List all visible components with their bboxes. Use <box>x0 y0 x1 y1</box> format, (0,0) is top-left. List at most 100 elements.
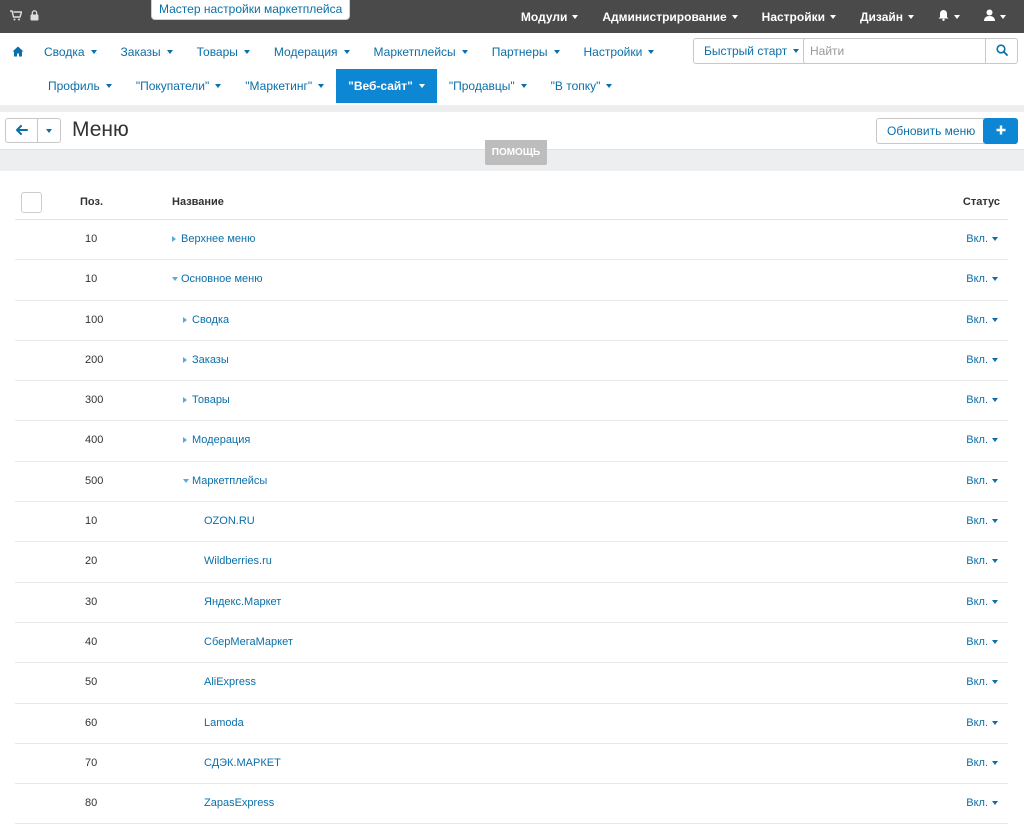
status-label: Вкл. <box>966 394 988 407</box>
menu-item-link[interactable]: Модерация <box>192 434 250 446</box>
update-menu-button[interactable]: Обновить меню <box>876 118 987 144</box>
status-dropdown[interactable]: Вкл. <box>966 394 998 406</box>
nav-profile[interactable]: Профиль <box>36 69 124 103</box>
column-header-name[interactable]: Название <box>172 196 224 208</box>
menu-item-link[interactable]: СберМегаМаркет <box>204 636 293 648</box>
table-row[interactable]: 200 Заказы Вкл. <box>15 341 1008 382</box>
menu-item-link[interactable]: ZapasExpress <box>204 797 274 809</box>
menu-item-link[interactable]: Lamoda <box>204 717 244 729</box>
table-row[interactable]: 20 Wildberries.ru Вкл. <box>15 542 1008 583</box>
caret-down-icon <box>954 14 960 19</box>
status-dropdown[interactable]: Вкл. <box>966 354 998 366</box>
table-row[interactable]: 400 Модерация Вкл. <box>15 421 1008 462</box>
nav-website[interactable]: "Веб-сайт" <box>336 69 437 103</box>
table-row[interactable]: 80 ZapasExpress Вкл. <box>15 784 1008 825</box>
expand-toggle-down-icon[interactable] <box>172 277 181 282</box>
caret-down-icon <box>343 50 350 54</box>
status-dropdown[interactable]: Вкл. <box>966 314 998 326</box>
column-header-position[interactable]: Поз. <box>80 196 103 208</box>
status-dropdown[interactable]: Вкл. <box>966 717 998 729</box>
expand-toggle-right-icon[interactable] <box>183 316 192 323</box>
status-dropdown[interactable]: Вкл. <box>966 757 998 769</box>
menu-item-link[interactable]: AliExpress <box>204 676 256 688</box>
nav-dashboard[interactable]: Сводка <box>32 35 109 69</box>
lock-icon[interactable] <box>30 10 39 24</box>
menu-item-link[interactable]: Маркетплейсы <box>192 475 267 487</box>
expand-toggle-right-icon[interactable] <box>183 437 192 444</box>
back-button[interactable] <box>5 118 38 143</box>
table-row[interactable]: 60 Lamoda Вкл. <box>15 704 1008 744</box>
table-row[interactable]: 70 СДЭК.МАРКЕТ Вкл. <box>15 744 1008 785</box>
status-dropdown[interactable]: Вкл. <box>966 636 998 648</box>
nav-customers[interactable]: "Покупатели" <box>124 69 233 103</box>
topbar-administration-menu[interactable]: Администрирование <box>590 10 749 24</box>
menu-item-link[interactable]: Верхнее меню <box>181 233 255 245</box>
status-dropdown[interactable]: Вкл. <box>966 515 998 527</box>
status-dropdown[interactable]: Вкл. <box>966 797 998 809</box>
status-dropdown[interactable]: Вкл. <box>966 233 998 245</box>
menu-item-link[interactable]: OZON.RU <box>204 515 255 527</box>
notifications-menu[interactable] <box>926 9 972 24</box>
row-position: 70 <box>85 756 98 769</box>
menu-item-link[interactable]: Товары <box>192 394 230 406</box>
status-dropdown[interactable]: Вкл. <box>966 273 998 285</box>
row-position: 200 <box>85 353 104 366</box>
storefront-cart-icon[interactable] <box>10 10 23 24</box>
caret-down-icon <box>572 14 579 19</box>
menu-item-link[interactable]: Сводка <box>192 314 229 326</box>
topbar-modules-menu[interactable]: Модули <box>509 10 590 24</box>
nav-products[interactable]: Товары <box>185 35 262 69</box>
status-dropdown[interactable]: Вкл. <box>966 596 998 608</box>
expand-toggle-right-icon[interactable] <box>183 356 192 363</box>
menu-item-link[interactable]: Заказы <box>192 354 229 366</box>
status-label: Вкл. <box>966 515 988 528</box>
search-box <box>803 38 1018 64</box>
help-tab[interactable]: ПОМОЩЬ <box>485 140 547 165</box>
status-dropdown[interactable]: Вкл. <box>966 434 998 446</box>
menu-item-link[interactable]: Яндекс.Маркет <box>204 596 281 608</box>
main-nav-row-1: Сводка Заказы Товары Модерация Маркетпле… <box>4 35 666 69</box>
table-row[interactable]: 10 Основное меню Вкл. <box>15 260 1008 301</box>
home-icon[interactable] <box>4 45 32 60</box>
user-menu[interactable] <box>972 9 1024 24</box>
menu-item-link[interactable]: Wildberries.ru <box>204 555 272 567</box>
search-input[interactable] <box>803 38 986 64</box>
table-row[interactable]: 10 Верхнее меню Вкл. <box>15 220 1008 261</box>
expand-toggle-right-icon[interactable] <box>183 397 192 404</box>
nav-settings[interactable]: Настройки <box>572 35 667 69</box>
expand-toggle-right-icon[interactable] <box>172 236 181 242</box>
nav-marketing[interactable]: "Маркетинг" <box>233 69 336 103</box>
status-dropdown[interactable]: Вкл. <box>966 555 998 567</box>
search-button[interactable] <box>986 38 1018 64</box>
table-row[interactable]: 10 OZON.RU Вкл. <box>15 502 1008 543</box>
marketplace-wizard-button[interactable]: Мастер настройки маркетплейса <box>151 0 351 20</box>
table-row[interactable]: 40 СберМегаМаркет Вкл. <box>15 623 1008 664</box>
nav-vendors[interactable]: "Продавцы" <box>437 69 539 103</box>
caret-down-icon <box>992 398 998 403</box>
nav-to-furnace[interactable]: "В топку" <box>539 69 625 103</box>
table-row[interactable]: 50 AliExpress Вкл. <box>15 663 1008 704</box>
back-history-dropdown[interactable] <box>38 118 61 143</box>
topbar-settings-menu[interactable]: Настройки <box>750 10 848 24</box>
nav-moderation[interactable]: Модерация <box>262 35 362 69</box>
triangle-right-icon <box>172 236 176 242</box>
caret-down-icon <box>318 84 325 88</box>
table-row[interactable]: 300 Товары Вкл. <box>15 381 1008 422</box>
select-all-checkbox[interactable] <box>21 192 42 213</box>
nav-partners[interactable]: Партнеры <box>480 35 572 69</box>
caret-down-icon <box>90 50 97 54</box>
table-row[interactable]: 30 Яндекс.Маркет Вкл. <box>15 583 1008 623</box>
status-dropdown[interactable]: Вкл. <box>966 475 998 487</box>
add-menu-button[interactable] <box>983 118 1018 144</box>
quick-start-button[interactable]: Быстрый старт <box>693 38 811 64</box>
expand-toggle-down-icon[interactable] <box>183 478 192 483</box>
table-row[interactable]: 500 Маркетплейсы Вкл. <box>15 462 1008 503</box>
status-dropdown[interactable]: Вкл. <box>966 676 998 688</box>
menu-item-link[interactable]: СДЭК.МАРКЕТ <box>204 757 281 769</box>
topbar-design-menu[interactable]: Дизайн <box>848 10 926 24</box>
table-row[interactable]: 100 Сводка Вкл. <box>15 301 1008 341</box>
nav-orders[interactable]: Заказы <box>109 35 185 69</box>
nav-marketplaces[interactable]: Маркетплейсы <box>362 35 480 69</box>
column-header-status[interactable]: Статус <box>963 196 1000 208</box>
menu-item-link[interactable]: Основное меню <box>181 273 262 285</box>
